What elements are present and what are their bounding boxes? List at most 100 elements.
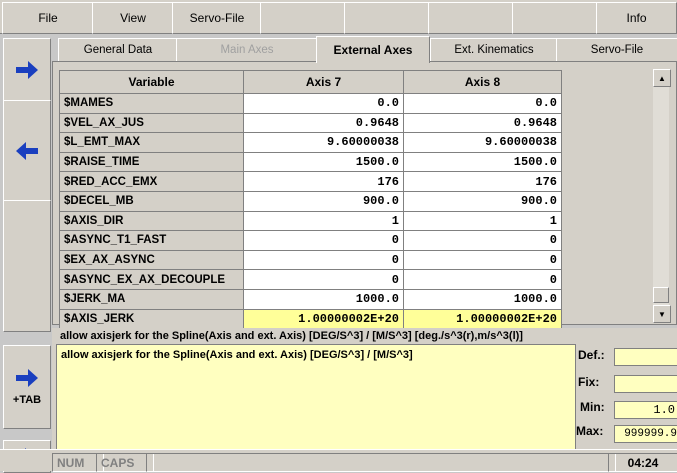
variable-name: $AXIS_JERK	[59, 308, 244, 330]
variable-name: $VEL_AX_JUS	[59, 112, 244, 134]
triangle-up-icon: ▲	[658, 73, 666, 83]
parameter-panel: Variable Axis 7 Axis 8 $MAMES 0.0 0.0 $VEL…	[52, 61, 677, 330]
side-button-tab[interactable]: +TAB	[3, 345, 51, 429]
table-row[interactable]: $ASYNC_T1_FAST 0 0	[59, 230, 562, 251]
tab-general-data[interactable]: General Data	[58, 38, 178, 61]
axis-7-value[interactable]: 9.60000038	[243, 132, 404, 153]
axis-7-value[interactable]: 0	[243, 249, 404, 271]
menu-view[interactable]: View	[92, 2, 174, 34]
table-row[interactable]: $AXIS_DIR 1 1	[59, 210, 562, 232]
menu-file[interactable]: File	[2, 2, 94, 34]
menu-empty-2[interactable]	[344, 2, 430, 34]
max-label: Max:	[576, 424, 604, 438]
menu-empty-4[interactable]	[512, 2, 598, 34]
side-button-empty[interactable]	[3, 200, 51, 332]
axis-8-value[interactable]: 0.0	[403, 93, 562, 114]
variable-name: $MAMES	[59, 93, 244, 114]
axis-8-value[interactable]: 1500.0	[403, 151, 562, 173]
axis-8-value[interactable]: 1	[403, 210, 562, 232]
tab-button-label: +TAB	[12, 394, 42, 406]
axis-7-value[interactable]: 1500.0	[243, 151, 404, 173]
menu-servo-file-label: Servo-File	[189, 11, 245, 25]
tab-main-axes[interactable]: Main Axes	[176, 38, 318, 61]
description-panel: allow axisjerk for the Spline(Axis and e…	[52, 328, 677, 458]
variable-name: $ASYNC_T1_FAST	[59, 230, 244, 251]
description-text-box: allow axisjerk for the Spline(Axis and e…	[56, 344, 576, 458]
table-row-selected[interactable]: $AXIS_JERK 1.00000002E+20 1.00000002E+20	[59, 308, 562, 330]
header-axis-7[interactable]: Axis 7	[243, 70, 404, 94]
def-field[interactable]	[614, 348, 677, 366]
axis-7-value[interactable]: 0.0	[243, 93, 404, 114]
side-button-right[interactable]	[3, 38, 51, 102]
tab-servo-file[interactable]: Servo-File	[556, 38, 677, 61]
menu-view-label: View	[120, 11, 146, 25]
menu-servo-file[interactable]: Servo-File	[172, 2, 262, 34]
axis-8-value[interactable]: 1000.0	[403, 288, 562, 310]
axis-7-value[interactable]: 900.0	[243, 190, 404, 212]
description-title: allow axisjerk for the Spline(Axis and e…	[60, 330, 523, 342]
vertical-scrollbar[interactable]: ▲ ▼	[653, 69, 671, 323]
menu-empty-1[interactable]	[260, 2, 346, 34]
fix-field[interactable]	[614, 375, 677, 393]
def-label: Def.:	[578, 348, 605, 362]
min-field[interactable]: 1.0	[614, 401, 677, 419]
tab-label: Servo-File	[590, 44, 644, 56]
menu-info-label: Info	[626, 11, 647, 25]
axis-7-value[interactable]: 1.00000002E+20	[243, 308, 404, 330]
axis-8-value[interactable]: 0	[403, 230, 562, 251]
axis-8-value[interactable]: 1.00000002E+20	[403, 308, 562, 330]
axis-8-value[interactable]: 0.9648	[403, 112, 562, 134]
table-row[interactable]: $MAMES 0.0 0.0	[59, 93, 562, 114]
axis-8-value[interactable]: 900.0	[403, 190, 562, 212]
side-button-left[interactable]	[3, 100, 51, 202]
axis-8-value[interactable]: 0	[403, 249, 562, 271]
variable-name: $JERK_MA	[59, 288, 244, 310]
variable-name: $EX_AX_ASYNC	[59, 249, 244, 271]
table-row[interactable]: $RED_ACC_EMX 176 176	[59, 171, 562, 192]
tab-ext-kinematics[interactable]: Ext. Kinematics	[430, 38, 558, 61]
tab-label: Ext. Kinematics	[454, 44, 534, 56]
tab-label: General Data	[83, 44, 153, 56]
menu-empty-3[interactable]	[428, 2, 514, 34]
variable-name: $L_EMT_MAX	[59, 132, 244, 153]
triangle-down-icon: ▼	[658, 309, 666, 319]
table-row[interactable]: $EX_AX_ASYNC 0 0	[59, 249, 562, 271]
menu-bar: File View Servo-File Info	[0, 0, 677, 34]
axis-8-value[interactable]: 0	[403, 269, 562, 290]
axis-7-value[interactable]: 1	[243, 210, 404, 232]
header-variable[interactable]: Variable	[59, 70, 244, 94]
variable-name: $ASYNC_EX_AX_DECOUPLE	[59, 269, 244, 290]
axis-7-value[interactable]: 0	[243, 230, 404, 251]
table-row[interactable]: $L_EMT_MAX 9.60000038 9.60000038	[59, 132, 562, 153]
axis-8-value[interactable]: 176	[403, 171, 562, 192]
variable-name: $RED_ACC_EMX	[59, 171, 244, 192]
arrow-right-icon	[16, 61, 38, 79]
tab-external-axes[interactable]: External Axes	[316, 36, 430, 63]
scroll-up-button[interactable]: ▲	[653, 69, 671, 87]
header-axis-8[interactable]: Axis 8	[403, 70, 562, 94]
axis-7-value[interactable]: 176	[243, 171, 404, 192]
parameter-table: Variable Axis 7 Axis 8 $MAMES 0.0 0.0 $VEL…	[59, 70, 562, 330]
axis-8-value[interactable]: 9.60000038	[403, 132, 562, 153]
table-row[interactable]: $RAISE_TIME 1500.0 1500.0	[59, 151, 562, 173]
status-message	[146, 453, 616, 472]
max-field[interactable]: 999999.9	[614, 425, 677, 443]
tab-label: External Axes	[333, 43, 413, 57]
tab-label: Main Axes	[220, 44, 274, 56]
table-row[interactable]: $DECEL_MB 900.0 900.0	[59, 190, 562, 212]
axis-7-value[interactable]: 1000.0	[243, 288, 404, 310]
table-row[interactable]: $ASYNC_EX_AX_DECOUPLE 0 0	[59, 269, 562, 290]
variable-name: $AXIS_DIR	[59, 210, 244, 232]
scroll-down-button[interactable]: ▼	[653, 305, 671, 323]
tab-strip: General Data Main Axes External Axes Ext…	[52, 36, 677, 63]
clock: 04:24	[608, 453, 677, 472]
axis-7-value[interactable]: 0	[243, 269, 404, 290]
description-text: allow axisjerk for the Spline(Axis and e…	[61, 349, 413, 361]
scroll-thumb[interactable]	[653, 287, 669, 303]
status-bar: NUM CAPS 04:24	[0, 449, 677, 472]
table-row[interactable]: $VEL_AX_JUS 0.9648 0.9648	[59, 112, 562, 134]
axis-7-value[interactable]: 0.9648	[243, 112, 404, 134]
variable-name: $RAISE_TIME	[59, 151, 244, 173]
menu-info[interactable]: Info	[596, 2, 677, 34]
table-row[interactable]: $JERK_MA 1000.0 1000.0	[59, 288, 562, 310]
